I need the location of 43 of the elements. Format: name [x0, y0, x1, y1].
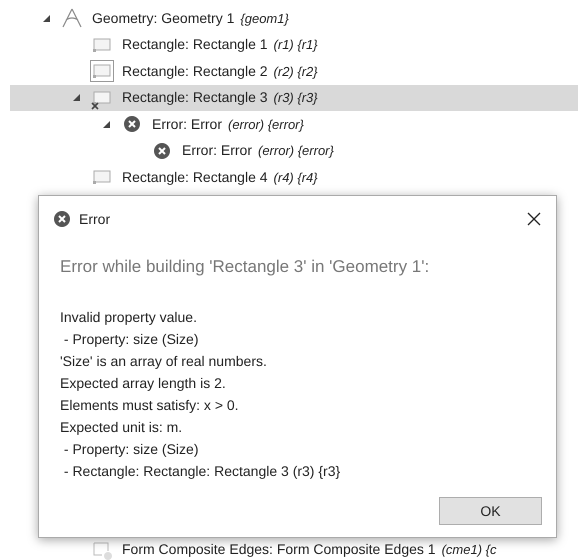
error-message-line: Expected unit is: m. — [60, 418, 184, 437]
item-label: Rectangle: Rectangle 2 — [122, 62, 268, 81]
error-icon — [123, 115, 141, 134]
item-tag: (cme1) {c — [442, 540, 496, 560]
tree-item[interactable]: Error: Error (error) {error} — [10, 138, 578, 164]
ok-button[interactable]: OK — [439, 497, 542, 525]
item-tag: {geom1} — [240, 8, 289, 28]
tree-item[interactable]: Geometry: Geometry 1 {geom1} — [10, 5, 578, 32]
tree-item[interactable]: Rectangle: Rectangle 1 (r1) {r1} — [10, 32, 578, 58]
error-message-line: 'Size' is an array of real numbers. — [60, 352, 268, 371]
item-label: Rectangle: Rectangle 4 — [122, 168, 268, 187]
item-label: Rectangle: Rectangle 1 — [122, 35, 268, 54]
error-message-line: - Rectangle: Rectangle: Rectangle 3 (r3) {r3} — [62, 462, 342, 481]
item-tag: (r1) {r1} — [274, 35, 318, 54]
error-message-line: Elements must satisfy: x > 0. — [60, 396, 240, 415]
error-message-line: - Property: size (Size) — [62, 440, 200, 459]
tree-item[interactable]: Form Composite Edges: Form Composite Edges 1 (cme1) {c — [10, 536, 578, 560]
item-tag: (error) {error} — [228, 114, 304, 134]
collapse-arrow-icon[interactable] — [102, 120, 111, 129]
close-icon — [527, 212, 541, 226]
dialog-heading: Error while building 'Rectangle 3' in 'Geometry 1': — [59, 256, 430, 278]
error-message-line: - Property: size (Size) — [62, 330, 200, 349]
error-message-line: Expected array length is 2. — [60, 374, 227, 393]
item-tag: (r4) {r4} — [274, 168, 318, 187]
compass-icon — [60, 7, 84, 30]
collapse-arrow-icon[interactable] — [72, 93, 81, 102]
dialog-title: Error — [79, 210, 110, 228]
item-tag: (r2) {r2} — [274, 62, 318, 81]
tree-item[interactable]: Rectangle: Rectangle 3 (r3) {r3} — [10, 84, 578, 111]
tree-item[interactable]: Error: Error (error) {error} — [10, 111, 578, 138]
error-icon — [153, 142, 171, 160]
item-label: Error: Error — [182, 141, 252, 160]
error-message-line: Invalid property value. — [60, 308, 198, 327]
tree-item[interactable]: Rectangle: Rectangle 2 (r2) {r2} — [10, 58, 578, 84]
tree-item[interactable]: Rectangle: Rectangle 4 (r4) {r4} — [10, 164, 578, 190]
item-label: Geometry: Geometry 1 — [92, 8, 234, 28]
collapse-arrow-icon[interactable] — [42, 14, 51, 23]
item-tag: (r3) {r3} — [274, 88, 318, 108]
item-label: Error: Error — [152, 114, 222, 134]
error-icon — [53, 210, 71, 228]
item-label: Rectangle: Rectangle 3 — [122, 88, 268, 108]
item-tag: (error) {error} — [258, 141, 334, 160]
item-label: Form Composite Edges: Form Composite Edges 1 — [122, 540, 436, 560]
